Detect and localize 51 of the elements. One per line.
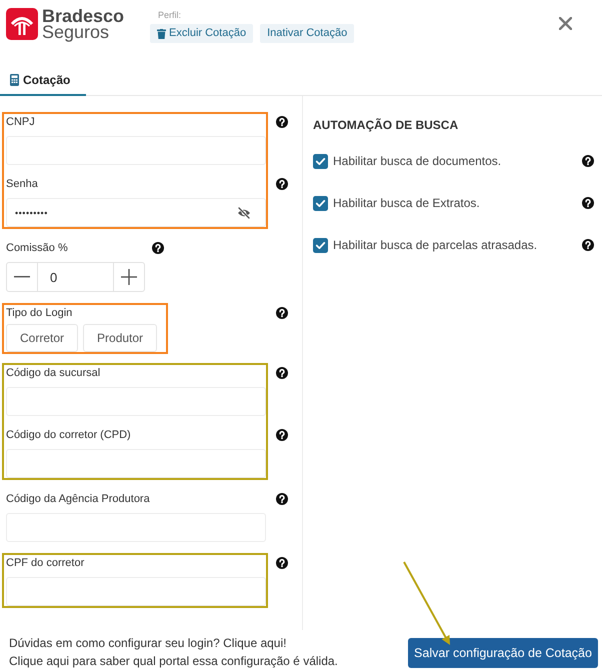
help-icon[interactable] bbox=[152, 242, 164, 254]
field-label: Tipo do Login bbox=[6, 306, 72, 321]
checkbox[interactable] bbox=[313, 154, 328, 168]
option-label: Habilitar busca de documentos. bbox=[333, 154, 502, 168]
checkbox[interactable] bbox=[313, 196, 328, 210]
plus-icon bbox=[121, 269, 137, 285]
brand-tagline: Seguros bbox=[42, 24, 110, 40]
logo-icon bbox=[6, 8, 38, 40]
help-icon[interactable] bbox=[276, 557, 288, 569]
field-label: CPF do corretor bbox=[6, 556, 84, 571]
help-icon[interactable] bbox=[582, 155, 594, 167]
close-icon[interactable] bbox=[559, 17, 572, 30]
help-link[interactable]: Clique aqui para saber qual portal essa configuração é válida. bbox=[9, 652, 338, 670]
trash-icon bbox=[157, 28, 166, 38]
field-label: Código do corretor (CPD) bbox=[6, 428, 131, 443]
help-icon[interactable] bbox=[276, 307, 288, 319]
input-field[interactable] bbox=[6, 136, 266, 165]
field-label: Senha bbox=[6, 177, 38, 192]
input-field[interactable] bbox=[6, 387, 266, 416]
option-label: Habilitar busca de Extratos. bbox=[333, 196, 480, 210]
checkbox[interactable] bbox=[313, 238, 328, 252]
field-label: Código da sucursal bbox=[6, 366, 100, 381]
eye-slash-icon[interactable] bbox=[237, 206, 251, 218]
help-icon[interactable] bbox=[276, 178, 288, 190]
save-button[interactable]: Salvar configuração de Cotação bbox=[408, 638, 598, 668]
help-icon[interactable] bbox=[582, 239, 594, 251]
field-label: CNPJ bbox=[6, 115, 35, 130]
field-label: Código da Agência Produtora bbox=[6, 492, 150, 507]
brand-name: Bradesco bbox=[42, 8, 124, 24]
help-icon[interactable] bbox=[582, 197, 594, 209]
help-icon[interactable] bbox=[276, 429, 288, 441]
field-label: Comissão % bbox=[6, 241, 68, 256]
deactivate-button[interactable]: Inativar Cotação bbox=[260, 24, 354, 43]
section-heading: AUTOMAÇÃO DE BUSCA bbox=[313, 117, 458, 134]
help-icon[interactable] bbox=[276, 493, 288, 505]
password-field[interactable]: ••••••••• bbox=[6, 198, 266, 227]
help-link[interactable]: Dúvidas em como configurar seu login? Clique aqui! bbox=[9, 634, 286, 652]
input-field[interactable] bbox=[6, 449, 266, 478]
input-field[interactable] bbox=[6, 577, 266, 606]
toggle-button[interactable]: Corretor bbox=[6, 324, 78, 352]
decrement-button[interactable] bbox=[6, 262, 38, 292]
help-icon[interactable] bbox=[276, 116, 288, 128]
calculator-icon bbox=[10, 74, 19, 86]
delete-button[interactable]: Excluir Cotação bbox=[150, 24, 254, 43]
help-icon[interactable] bbox=[276, 367, 288, 379]
tab[interactable]: Cotação bbox=[0, 66, 86, 96]
minus-icon bbox=[14, 276, 30, 278]
toggle-button[interactable]: Produtor bbox=[83, 324, 158, 352]
profile-label: Perfil: bbox=[158, 10, 182, 21]
increment-button[interactable] bbox=[113, 262, 145, 292]
option-label: Habilitar busca de parcelas atrasadas. bbox=[333, 238, 538, 252]
